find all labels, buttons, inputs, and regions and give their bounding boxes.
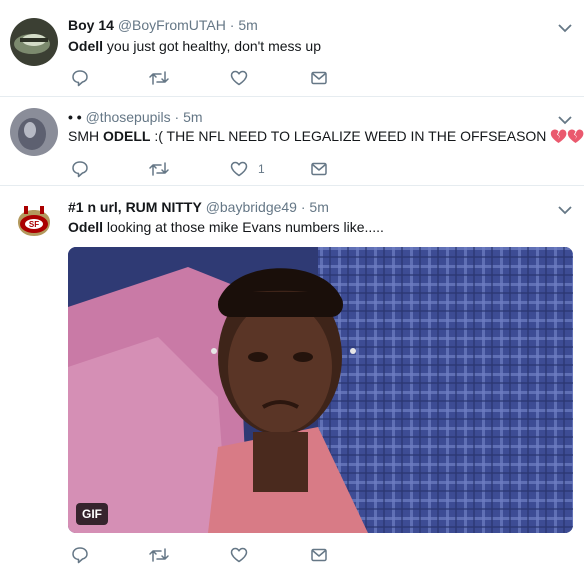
- retweet-icon: [149, 71, 169, 85]
- reply-button[interactable]: [71, 69, 89, 87]
- message-icon: [311, 548, 327, 562]
- like-icon: [230, 70, 248, 86]
- broken-heart-icon: [568, 129, 584, 143]
- retweet-icon: [149, 162, 169, 176]
- avatar[interactable]: [10, 18, 58, 66]
- separator: ·: [174, 109, 180, 125]
- broken-heart-icon: [551, 129, 567, 143]
- message-icon: [311, 71, 327, 85]
- avatar[interactable]: SF: [10, 200, 58, 248]
- tweet-text-prefix: SMH: [68, 128, 103, 144]
- mention-text: Odell: [68, 38, 104, 54]
- reply-icon: [72, 70, 88, 87]
- message-button[interactable]: [310, 160, 328, 178]
- message-button[interactable]: [310, 546, 328, 564]
- like-icon: [230, 161, 248, 177]
- mention-text: ODELL: [103, 128, 151, 144]
- avatar[interactable]: [10, 108, 58, 156]
- retweet-button[interactable]: [149, 546, 169, 564]
- gif-media[interactable]: GIF: [68, 247, 573, 533]
- tweet-actions: [68, 69, 368, 87]
- like-button[interactable]: [230, 546, 258, 564]
- mention-text: Odell: [68, 219, 104, 235]
- reply-button[interactable]: [71, 160, 89, 178]
- message-button[interactable]: [310, 69, 328, 87]
- timestamp[interactable]: 5m: [238, 17, 257, 33]
- retweet-button[interactable]: [149, 69, 169, 87]
- handle[interactable]: @BoyFromUTAH: [118, 17, 226, 33]
- tweet-text-rest: looking at those mike Evans numbers like…: [103, 219, 384, 235]
- tweet-1[interactable]: Boy 14 @BoyFromUTAH · 5m Odell you just …: [0, 0, 584, 97]
- handle[interactable]: @thosepupils: [86, 109, 171, 125]
- reply-button[interactable]: [71, 546, 89, 564]
- retweet-icon: [149, 548, 169, 562]
- like-button[interactable]: [230, 69, 258, 87]
- retweet-button[interactable]: [149, 160, 169, 178]
- like-icon: [230, 547, 248, 563]
- display-name[interactable]: Boy 14: [68, 17, 114, 33]
- caret-down-icon[interactable]: [558, 23, 572, 33]
- tweet-2[interactable]: • • @thosepupils · 5m SMH ODELL :( THE N…: [0, 97, 584, 186]
- caret-down-icon[interactable]: [558, 205, 572, 215]
- caret-down-icon[interactable]: [558, 115, 572, 125]
- reply-icon: [72, 161, 88, 178]
- timestamp[interactable]: 5m: [183, 109, 202, 125]
- tweet-text: Odell looking at those mike Evans number…: [68, 219, 384, 235]
- svg-text:SF: SF: [29, 220, 39, 229]
- tweet-text-rest: you just got healthy, don't mess up: [103, 38, 321, 54]
- tweet-header: #1 n url, RUM NITTY @baybridge49 · 5m: [68, 199, 329, 215]
- tweet-text: SMH ODELL :( THE NFL NEED TO LEGALIZE WE…: [68, 128, 584, 144]
- like-button[interactable]: 1: [230, 160, 265, 178]
- handle[interactable]: @baybridge49: [206, 199, 297, 215]
- timestamp[interactable]: 5m: [309, 199, 328, 215]
- tweet-text: Odell you just got healthy, don't mess u…: [68, 38, 321, 54]
- gif-badge: GIF: [76, 503, 108, 525]
- gif-image: [68, 247, 573, 533]
- tweet-actions: [68, 546, 368, 564]
- separator: ·: [229, 17, 235, 33]
- display-name[interactable]: #1 n url, RUM NITTY: [68, 199, 202, 215]
- tweet-header: Boy 14 @BoyFromUTAH · 5m: [68, 17, 258, 33]
- like-count: 1: [258, 162, 265, 176]
- separator: ·: [300, 199, 306, 215]
- tweet-header: • • @thosepupils · 5m: [68, 109, 203, 125]
- tweet-actions: 1: [68, 160, 368, 178]
- reply-icon: [72, 547, 88, 564]
- tweet-3[interactable]: SF #1 n url, RUM NITTY @baybridge49 · 5m…: [0, 186, 584, 569]
- tweet-text-rest: :( THE NFL NEED TO LEGALIZE WEED IN THE …: [150, 128, 547, 144]
- display-name[interactable]: • •: [68, 109, 82, 125]
- message-icon: [311, 162, 327, 176]
